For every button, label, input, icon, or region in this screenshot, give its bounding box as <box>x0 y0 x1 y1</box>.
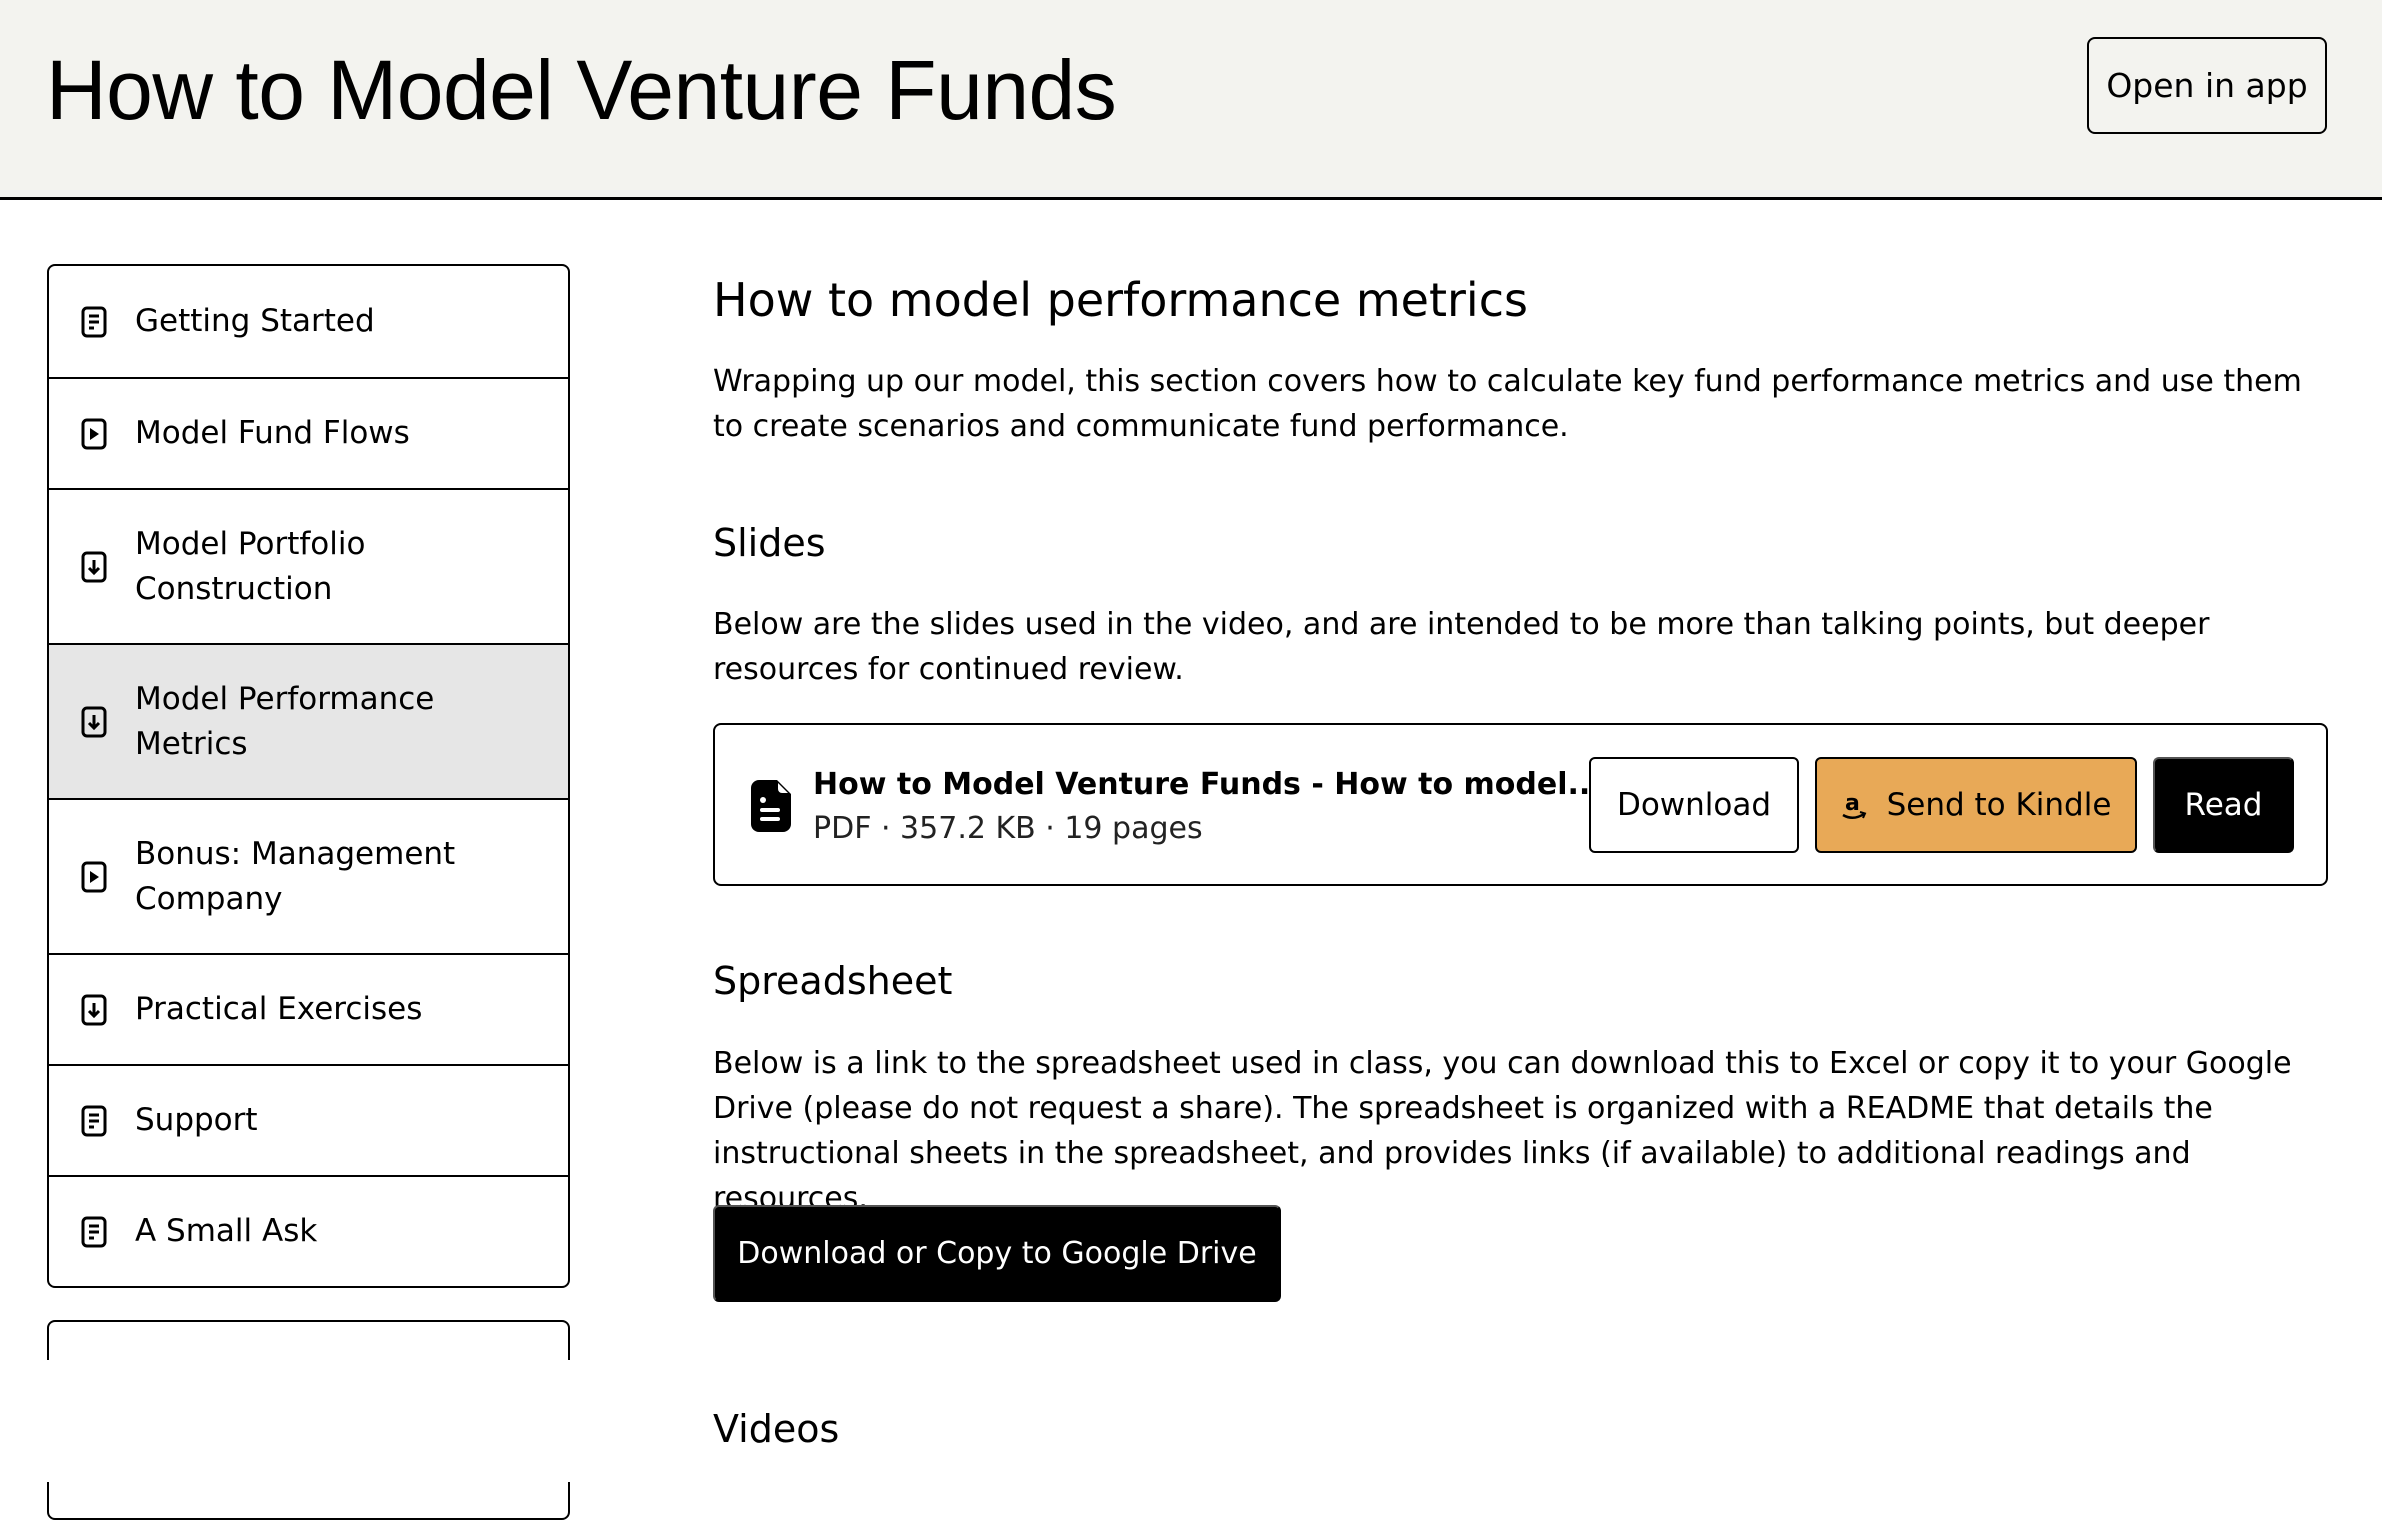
page-header: How to Model Venture Funds Open in app <box>0 0 2382 200</box>
sidebar-item-label: Model Fund Flows <box>135 415 410 451</box>
file-meta: PDF · 357.2 KB · 19 pages <box>813 811 1203 846</box>
page-title: How to Model Venture Funds <box>46 43 1117 137</box>
slides-description: Below are the slides used in the video, … <box>713 607 2210 687</box>
videos-heading: Videos <box>713 1407 840 1451</box>
section-title: How to model performance metrics <box>713 273 1528 327</box>
sidebar-item-label: A Small Ask <box>135 1213 318 1249</box>
send-to-kindle-button[interactable]: a Send to Kindle <box>1815 757 2137 853</box>
send-to-kindle-label: Send to Kindle <box>1886 787 2112 823</box>
download-icon <box>81 705 107 739</box>
document-icon <box>81 1215 107 1249</box>
sidebar-item-label: Model Portfolio Construction <box>135 525 366 607</box>
sidebar-item-a-small-ask[interactable]: A Small Ask <box>49 1175 568 1286</box>
svg-text:a: a <box>1845 791 1860 816</box>
document-icon <box>81 305 107 339</box>
sidebar-item-model-performance-metrics[interactable]: Model Performance Metrics <box>49 643 568 798</box>
spreadsheet-heading: Spreadsheet <box>713 959 953 1003</box>
download-or-copy-to-google-drive-button[interactable]: Download or Copy to Google Drive <box>713 1205 1281 1302</box>
download-icon <box>81 993 107 1027</box>
download-icon <box>81 550 107 584</box>
slides-file-card: How to Model Venture Funds - How to mode… <box>713 723 2328 886</box>
play-icon <box>81 860 107 894</box>
file-icon <box>751 780 791 832</box>
sidebar-item-bonus-management-company[interactable]: Bonus: Management Company <box>49 798 568 953</box>
document-icon <box>81 1104 107 1138</box>
file-name[interactable]: How to Model Venture Funds - How to mode… <box>813 765 1602 805</box>
amazon-icon: a <box>1841 788 1867 822</box>
read-button[interactable]: Read <box>2153 757 2294 853</box>
sidebar-item-label: Practical Exercises <box>135 991 423 1027</box>
sidebar-item-model-portfolio-construction[interactable]: Model Portfolio Construction <box>49 488 568 643</box>
sidebar-item-label: Getting Started <box>135 303 375 339</box>
play-icon <box>81 417 107 451</box>
sidebar-item-model-fund-flows[interactable]: Model Fund Flows <box>49 377 568 488</box>
section-intro: Wrapping up our model, this section cove… <box>713 364 2302 444</box>
sidebar-item-label: Model Performance Metrics <box>135 680 435 762</box>
sidebar-item-support[interactable]: Support <box>49 1064 568 1175</box>
slides-heading: Slides <box>713 521 826 565</box>
sidebar-nav: Getting Started Model Fund Flows Model P… <box>47 264 570 1288</box>
sidebar-item-getting-started[interactable]: Getting Started <box>49 266 568 377</box>
spreadsheet-description: Below is a link to the spreadsheet used … <box>713 1046 2292 1216</box>
sidebar-item-label: Bonus: Management Company <box>135 835 456 917</box>
page-bottom-edge <box>0 1360 700 1482</box>
download-button[interactable]: Download <box>1589 757 1799 853</box>
open-in-app-button[interactable]: Open in app <box>2087 37 2327 134</box>
sidebar-item-label: Support <box>135 1102 258 1138</box>
sidebar-item-practical-exercises[interactable]: Practical Exercises <box>49 953 568 1064</box>
